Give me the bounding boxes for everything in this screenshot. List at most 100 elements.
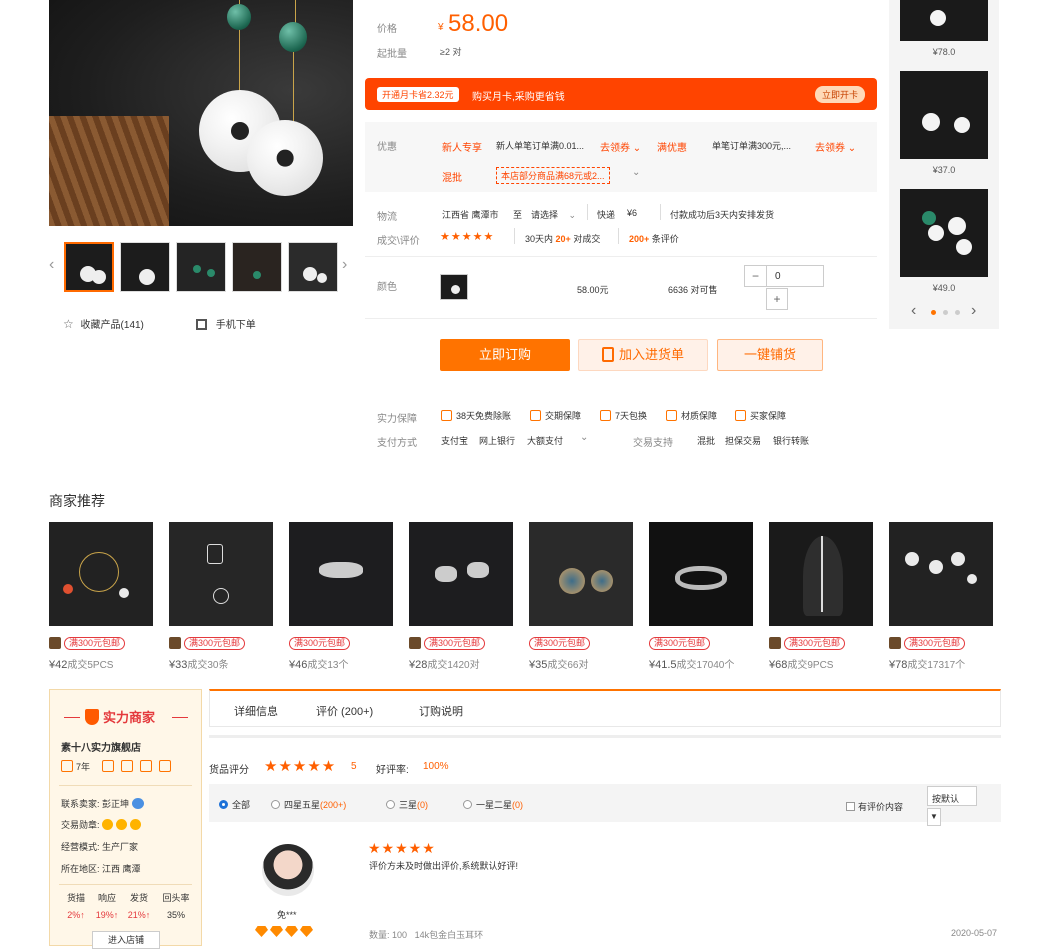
filter-three[interactable]: 三星(0)	[386, 798, 428, 811]
review-count-link[interactable]: 200+ 条评价	[629, 232, 679, 245]
enter-shop-button[interactable]: 进入店铺	[92, 931, 160, 949]
currency-symbol: ¥	[438, 22, 444, 33]
payment-item: 大额支付	[527, 436, 564, 446]
carousel-dot[interactable]	[955, 310, 960, 315]
crown-icon	[169, 637, 181, 649]
quantity-input[interactable]: 0	[775, 271, 781, 282]
product-card[interactable]: 满300元包邮 ¥41.5成交17040个	[649, 522, 753, 671]
buy-now-button[interactable]: 立即订购	[440, 339, 570, 371]
thumb-prev-icon[interactable]: ‹	[49, 256, 54, 274]
shop-stat: 发货 21%↑	[127, 893, 151, 920]
quantity-stepper[interactable]: − 0	[744, 265, 824, 287]
jade-bead	[279, 22, 307, 52]
tab-order-notes[interactable]: 订购说明	[419, 703, 463, 719]
rec-image[interactable]	[900, 71, 988, 159]
rec-image[interactable]	[900, 189, 988, 277]
filter-all[interactable]: 全部	[219, 798, 250, 811]
favorite-link[interactable]: ☆ 收藏产品(141)	[63, 316, 144, 331]
free-shipping-tag: 满300元包邮	[904, 636, 966, 650]
rec-prev-icon[interactable]: ‹	[911, 302, 916, 320]
open-card-button[interactable]: 立即开卡	[814, 86, 865, 103]
review-stars: ★★★★★	[368, 840, 436, 856]
add-to-cart-button[interactable]: 加入进货单	[578, 339, 708, 371]
mobile-order-link[interactable]: 手机下单	[196, 316, 256, 331]
radio-icon	[271, 800, 280, 809]
payment-item: 网上银行	[479, 436, 516, 446]
thumbnail[interactable]	[288, 242, 338, 292]
chevron-down-icon[interactable]: ⌄	[580, 432, 588, 443]
free-shipping-tag: 满300元包邮	[649, 636, 711, 650]
rec-next-icon[interactable]: ›	[971, 302, 976, 320]
claim-coupon-link[interactable]: 去领券 ⌄	[600, 139, 641, 154]
free-shipping-tag: 满300元包邮	[784, 636, 846, 650]
medal-icon	[130, 819, 142, 830]
coupon-tag: 满优惠	[657, 143, 687, 154]
guarantee-item[interactable]: 买家保障	[735, 409, 786, 422]
rec-image[interactable]	[900, 0, 988, 41]
contact-name[interactable]: 彭正坤	[102, 799, 129, 809]
claim-coupon-link[interactable]: 去领券 ⌄	[815, 139, 856, 154]
logistics-label: 物流	[377, 212, 397, 223]
product-card[interactable]: 满300元包邮 ¥68成交9PCS	[769, 522, 873, 671]
product-card[interactable]: 满300元包邮 ¥42成交5PCS	[49, 522, 153, 671]
card-deal: 成交30条	[187, 660, 229, 671]
moq-value: ≥2 对	[440, 47, 462, 57]
chevron-down-icon[interactable]: ⌄	[632, 167, 640, 178]
product-image[interactable]	[529, 522, 633, 626]
main-product-image[interactable]	[49, 0, 353, 226]
thumbnail[interactable]	[232, 242, 282, 292]
ship-to-select[interactable]: 请选择 ⌄	[531, 208, 576, 221]
product-card[interactable]: 满300元包邮 ¥46成交13个	[289, 522, 393, 671]
dropdown-arrow-icon[interactable]: ▼	[927, 808, 941, 826]
sku-stock: 6636 对可售	[668, 285, 718, 295]
thumbnail[interactable]	[120, 242, 170, 292]
medal-icon	[116, 819, 128, 830]
guarantee-item[interactable]: 材质保障	[666, 409, 717, 422]
good-rate-label: 好评率:	[376, 765, 409, 776]
ship-fee: ¥6	[627, 208, 638, 218]
chat-icon[interactable]	[131, 798, 144, 809]
product-card[interactable]: 满300元包邮 ¥28成交1420对	[409, 522, 513, 671]
ship-from: 江西省 鹰潭市	[442, 210, 499, 220]
thumb-next-icon[interactable]: ›	[342, 256, 347, 274]
filter-four-five[interactable]: 四星五星(200+)	[271, 798, 346, 811]
carousel-dot[interactable]	[943, 310, 948, 315]
tab-reviews[interactable]: 评价 (200+)	[316, 703, 373, 719]
rec-price: ¥78.0	[932, 47, 956, 57]
crown-icon	[49, 637, 61, 649]
card-price: ¥33	[169, 659, 188, 671]
color-swatch[interactable]	[440, 274, 468, 300]
product-card[interactable]: 满300元包邮 ¥78成交17317个	[889, 522, 993, 671]
guarantee-item[interactable]: 38天免费除账	[441, 409, 511, 422]
filter-one-two[interactable]: 一星二星(0)	[463, 798, 523, 811]
carousel-dot[interactable]	[931, 310, 936, 315]
power-merchant-logo: 实力商家	[85, 707, 155, 726]
product-image[interactable]	[169, 522, 273, 626]
free-shipping-tag: 满300元包邮	[529, 636, 591, 650]
increase-button[interactable]: +	[766, 288, 788, 310]
mixed-batch-text: 本店部分商品满68元或2...	[496, 167, 610, 184]
guarantee-item[interactable]: 交期保障	[530, 409, 581, 422]
product-image[interactable]	[49, 522, 153, 626]
sort-select[interactable]: 按默认	[927, 786, 977, 806]
badge-icon	[121, 760, 134, 772]
one-click-distribute-button[interactable]: 一键铺货	[717, 339, 823, 371]
shop-name[interactable]: 素十八实力旗舰店	[61, 739, 141, 754]
product-image[interactable]	[889, 522, 993, 626]
has-content-checkbox[interactable]: 有评价内容	[846, 800, 903, 813]
product-image[interactable]	[289, 522, 393, 626]
product-card[interactable]: 满300元包邮 ¥35成交66对	[529, 522, 633, 671]
tab-details[interactable]: 详细信息	[234, 703, 278, 719]
product-card[interactable]: 满300元包邮 ¥33成交30条	[169, 522, 273, 671]
shop-stat: 响应 19%↑	[95, 893, 119, 920]
product-image[interactable]	[649, 522, 753, 626]
thumbnail[interactable]	[176, 242, 226, 292]
guarantee-item[interactable]: 7天包换	[600, 409, 647, 422]
free-shipping-tag: 满300元包邮	[64, 636, 126, 650]
rating-label: 货品评分	[209, 765, 249, 776]
product-image[interactable]	[769, 522, 873, 626]
coupon-text: 单笔订单满300元,...	[712, 141, 792, 151]
product-image[interactable]	[409, 522, 513, 626]
thumbnail[interactable]	[64, 242, 114, 292]
decrease-button[interactable]: −	[745, 266, 767, 286]
